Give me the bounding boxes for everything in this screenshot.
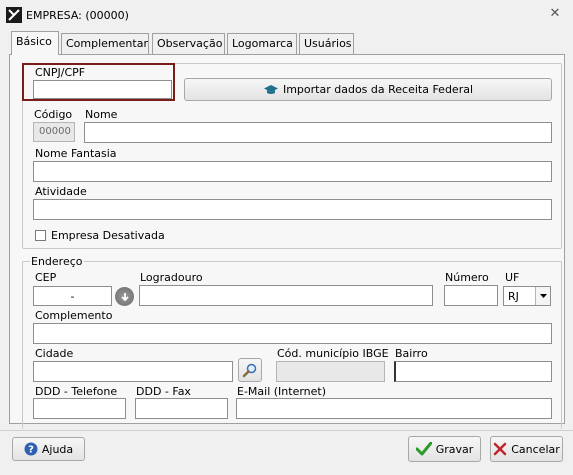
telefone-label: DDD - Telefone <box>35 385 118 398</box>
bairro-input[interactable] <box>394 361 552 382</box>
codigo-value: 00000 <box>39 126 71 137</box>
numero-input[interactable] <box>444 285 498 306</box>
nome-fantasia-input[interactable] <box>33 161 552 182</box>
fax-label: DDD - Fax <box>136 385 191 398</box>
codigo-input: 00000 <box>33 122 75 142</box>
window-title: EMPRESA: (00000) <box>26 9 129 22</box>
tab-label: Complementar <box>66 37 148 50</box>
cancel-button-label: Cancelar <box>511 442 560 456</box>
tab-logomarca[interactable]: Logomarca <box>227 33 297 54</box>
title-bar: EMPRESA: (00000) ✕ <box>0 0 573 28</box>
cep-search-button[interactable] <box>115 287 134 306</box>
ibge-label: Cód. município IBGE <box>277 347 389 360</box>
desativada-label: Empresa Desativada <box>51 229 165 242</box>
import-receita-button[interactable]: Importar dados da Receita Federal <box>184 78 552 101</box>
cancel-button[interactable]: Cancelar <box>490 436 563 462</box>
tab-usuarios[interactable]: Usuários <box>299 33 354 54</box>
cancel-x-icon <box>493 442 507 456</box>
fax-input[interactable] <box>135 398 228 419</box>
uf-select[interactable]: RJ <box>503 286 551 306</box>
svg-text:?: ? <box>28 445 34 456</box>
cep-value: - <box>70 290 75 303</box>
help-button-label: Ajuda <box>41 442 74 456</box>
help-button[interactable]: ? Ajuda <box>12 437 85 461</box>
tab-complementar[interactable]: Complementar <box>61 33 149 54</box>
footer-divider <box>0 430 573 431</box>
email-label: E-Mail (Internet) <box>237 385 327 398</box>
tab-label: Básico <box>16 35 52 48</box>
graduation-cap-icon <box>263 84 278 94</box>
save-button-label: Gravar <box>435 442 474 456</box>
telefone-input[interactable] <box>33 398 126 419</box>
import-button-label: Importar dados da Receita Federal <box>282 83 474 96</box>
fantasia-label: Nome Fantasia <box>35 147 117 160</box>
arrow-down-icon <box>120 292 129 301</box>
logradouro-input[interactable] <box>139 285 433 306</box>
tab-label: Observação <box>157 37 223 50</box>
cep-label: CEP <box>35 271 57 284</box>
save-button[interactable]: Gravar <box>408 436 481 462</box>
tab-label: Usuários <box>304 37 352 50</box>
nome-input[interactable] <box>84 122 552 143</box>
close-icon[interactable]: ✕ <box>548 7 562 21</box>
cnpj-input[interactable] <box>33 80 172 99</box>
uf-label: UF <box>505 271 520 284</box>
numero-label: Número <box>445 271 489 284</box>
complemento-input[interactable] <box>33 323 552 344</box>
codigo-label: Código <box>34 108 73 121</box>
cep-input[interactable]: - <box>33 286 112 306</box>
cidade-label: Cidade <box>35 347 74 360</box>
ibge-input <box>276 361 385 382</box>
logradouro-label: Logradouro <box>140 271 203 284</box>
cnpj-label: CNPJ/CPF <box>35 66 86 79</box>
chevron-down-icon[interactable] <box>535 287 550 305</box>
email-input[interactable] <box>236 398 552 419</box>
cidade-search-button[interactable] <box>238 358 262 382</box>
complemento-label: Complemento <box>35 309 113 322</box>
bairro-label: Bairro <box>395 347 428 360</box>
atividade-input[interactable] <box>33 199 552 220</box>
address-group-label: Endereço <box>30 255 84 268</box>
tab-label: Logomarca <box>232 37 293 50</box>
atividade-label: Atividade <box>35 185 87 198</box>
cidade-input[interactable] <box>33 361 233 382</box>
magnifier-icon <box>242 363 257 378</box>
tab-observacao[interactable]: Observação <box>152 33 225 54</box>
tab-basico[interactable]: Básico <box>11 31 59 55</box>
app-logo-icon <box>6 7 22 23</box>
uf-value: RJ <box>508 290 519 303</box>
nome-label: Nome <box>85 108 118 121</box>
checkmark-icon <box>415 442 432 456</box>
desativada-checkbox[interactable] <box>35 230 46 241</box>
help-icon: ? <box>24 442 38 456</box>
